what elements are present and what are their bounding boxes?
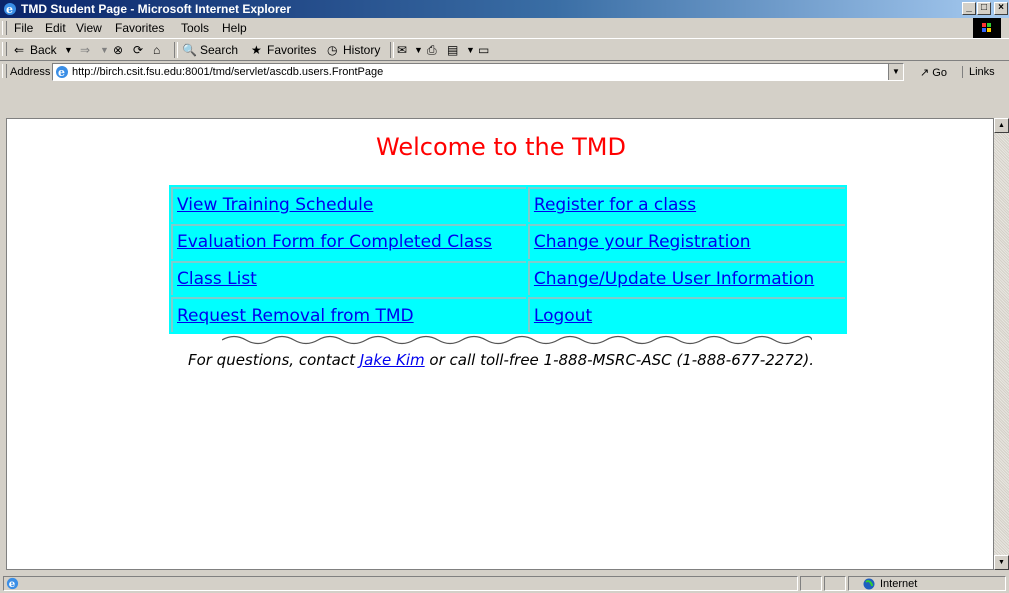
table-cell: View Training Schedule — [171, 187, 526, 222]
maximize-button[interactable]: □ — [977, 2, 991, 15]
page-viewport: Welcome to the TMD View Training Schedul… — [6, 118, 994, 570]
evaluation-form-link[interactable]: Evaluation Form for Completed Class — [177, 232, 492, 252]
menu-favorites[interactable]: Favorites — [115, 21, 164, 35]
print-icon[interactable]: ⎙ — [427, 43, 437, 58]
stop-icon[interactable]: ⊗ — [113, 43, 123, 57]
contact-name-link[interactable]: Jake Kim — [360, 351, 425, 369]
forward-dropdown-icon[interactable]: ▼ — [100, 45, 109, 55]
windows-logo-icon — [973, 18, 1001, 38]
ie-logo-icon: e — [4, 3, 16, 16]
menu-grip — [2, 21, 7, 35]
refresh-icon[interactable]: ⟳ — [133, 43, 143, 57]
contact-suffix: or call toll-free 1-888-MSRC-ASC (1-888-… — [424, 351, 815, 369]
address-grip — [2, 64, 7, 78]
request-removal-link[interactable]: Request Removal from TMD — [177, 306, 414, 326]
table-row: View Training Schedule Register for a cl… — [171, 187, 845, 222]
favorites-icon[interactable]: ★ — [251, 43, 262, 57]
security-zone-label: Internet — [880, 578, 918, 590]
edit-dropdown-icon[interactable]: ▼ — [466, 45, 475, 55]
discuss-icon[interactable]: ▭ — [478, 43, 489, 57]
history-button[interactable]: History — [343, 43, 380, 57]
table-row: Request Removal from TMD Logout — [171, 297, 845, 332]
table-cell: Evaluation Form for Completed Class — [171, 223, 526, 259]
status-cell — [824, 576, 846, 591]
toolbar-separator — [174, 42, 178, 58]
menu-view[interactable]: View — [76, 21, 102, 35]
page-status-icon: e — [6, 577, 19, 590]
menu-edit[interactable]: Edit — [45, 21, 66, 35]
back-button[interactable]: Back — [30, 43, 57, 57]
register-class-link[interactable]: Register for a class — [534, 195, 696, 215]
toolbar-grip — [2, 42, 7, 56]
edit-icon[interactable]: ▤ — [447, 43, 458, 57]
search-icon[interactable]: 🔍 — [182, 43, 197, 57]
go-button[interactable]: ↗ Go — [920, 66, 947, 79]
forward-button[interactable]: ⇒ — [80, 43, 90, 57]
vertical-scrollbar[interactable]: ▲ ▼ — [994, 118, 1009, 570]
svg-text:e: e — [9, 578, 16, 590]
table-cell: Request Removal from TMD — [171, 297, 526, 332]
svg-text:e: e — [6, 3, 13, 16]
page-icon: e — [56, 66, 68, 79]
table-cell: Change your Registration — [527, 223, 845, 259]
update-user-info-link[interactable]: Change/Update User Information — [534, 269, 814, 289]
globe-icon — [863, 578, 875, 590]
zone-cell — [848, 576, 1006, 591]
menu-bar: File Edit View Favorites Tools Help — [0, 18, 1009, 38]
contact-line: For questions, contact Jake Kim or call … — [7, 351, 993, 369]
table-cell: Register for a class — [527, 187, 845, 222]
status-text-area: e — [3, 576, 798, 591]
links-button[interactable]: Links — [962, 66, 995, 78]
back-dropdown-icon[interactable]: ▼ — [64, 45, 73, 55]
close-button[interactable]: × — [994, 2, 1008, 15]
navigation-table: View Training Schedule Register for a cl… — [169, 185, 847, 334]
scroll-down-icon[interactable]: ▼ — [994, 555, 1009, 570]
change-registration-link[interactable]: Change your Registration — [534, 232, 751, 252]
toolbar-separator — [390, 42, 394, 58]
table-row: Class List Change/Update User Informatio… — [171, 260, 845, 296]
address-url: http://birch.csit.fsu.edu:8001/tmd/servl… — [72, 66, 384, 78]
home-icon[interactable]: ⌂ — [153, 43, 160, 57]
address-bar: Address e http://birch.csit.fsu.edu:8001… — [0, 61, 1009, 84]
minimize-button[interactable]: _ — [962, 2, 976, 15]
logout-link[interactable]: Logout — [534, 306, 592, 326]
table-row: Evaluation Form for Completed Class Chan… — [171, 223, 845, 259]
mail-icon[interactable]: ✉ — [397, 43, 407, 57]
table-cell: Class List — [171, 260, 526, 296]
contact-prefix: For questions, contact — [187, 351, 360, 369]
mail-dropdown-icon[interactable]: ▼ — [414, 45, 423, 55]
menu-tools[interactable]: Tools — [181, 21, 209, 35]
decorative-squiggle-divider — [222, 335, 812, 345]
svg-text:e: e — [58, 66, 65, 79]
favorites-button[interactable]: Favorites — [267, 43, 316, 57]
view-training-schedule-link[interactable]: View Training Schedule — [177, 195, 373, 215]
table-cell: Change/Update User Information — [527, 260, 845, 296]
menu-help[interactable]: Help — [222, 21, 247, 35]
standard-toolbar: ⇐ Back ▼ ⇒ ▼ ⊗ ⟳ ⌂ 🔍 Search ★ Favorites … — [0, 38, 1009, 61]
search-button[interactable]: Search — [200, 43, 238, 57]
status-cell — [800, 576, 822, 591]
menu-file[interactable]: File — [14, 21, 33, 35]
history-icon[interactable]: ◷ — [327, 43, 337, 57]
page-heading: Welcome to the TMD — [376, 133, 626, 161]
class-list-link[interactable]: Class List — [177, 269, 257, 289]
address-dropdown-icon[interactable]: ▼ — [888, 64, 903, 80]
table-cell: Logout — [527, 297, 845, 332]
status-bar: e Internet — [0, 575, 1009, 593]
window-title-bar[interactable]: e TMD Student Page - Microsoft Internet … — [0, 0, 1009, 18]
window-title: TMD Student Page - Microsoft Internet Ex… — [21, 2, 292, 16]
go-arrow-icon: ↗ — [920, 67, 930, 79]
back-arrow-icon[interactable]: ⇐ — [14, 43, 24, 57]
go-label: Go — [932, 67, 947, 79]
address-label: Address — [10, 66, 51, 78]
address-input[interactable]: e http://birch.csit.fsu.edu:8001/tmd/ser… — [52, 63, 904, 81]
scroll-up-icon[interactable]: ▲ — [994, 118, 1009, 133]
